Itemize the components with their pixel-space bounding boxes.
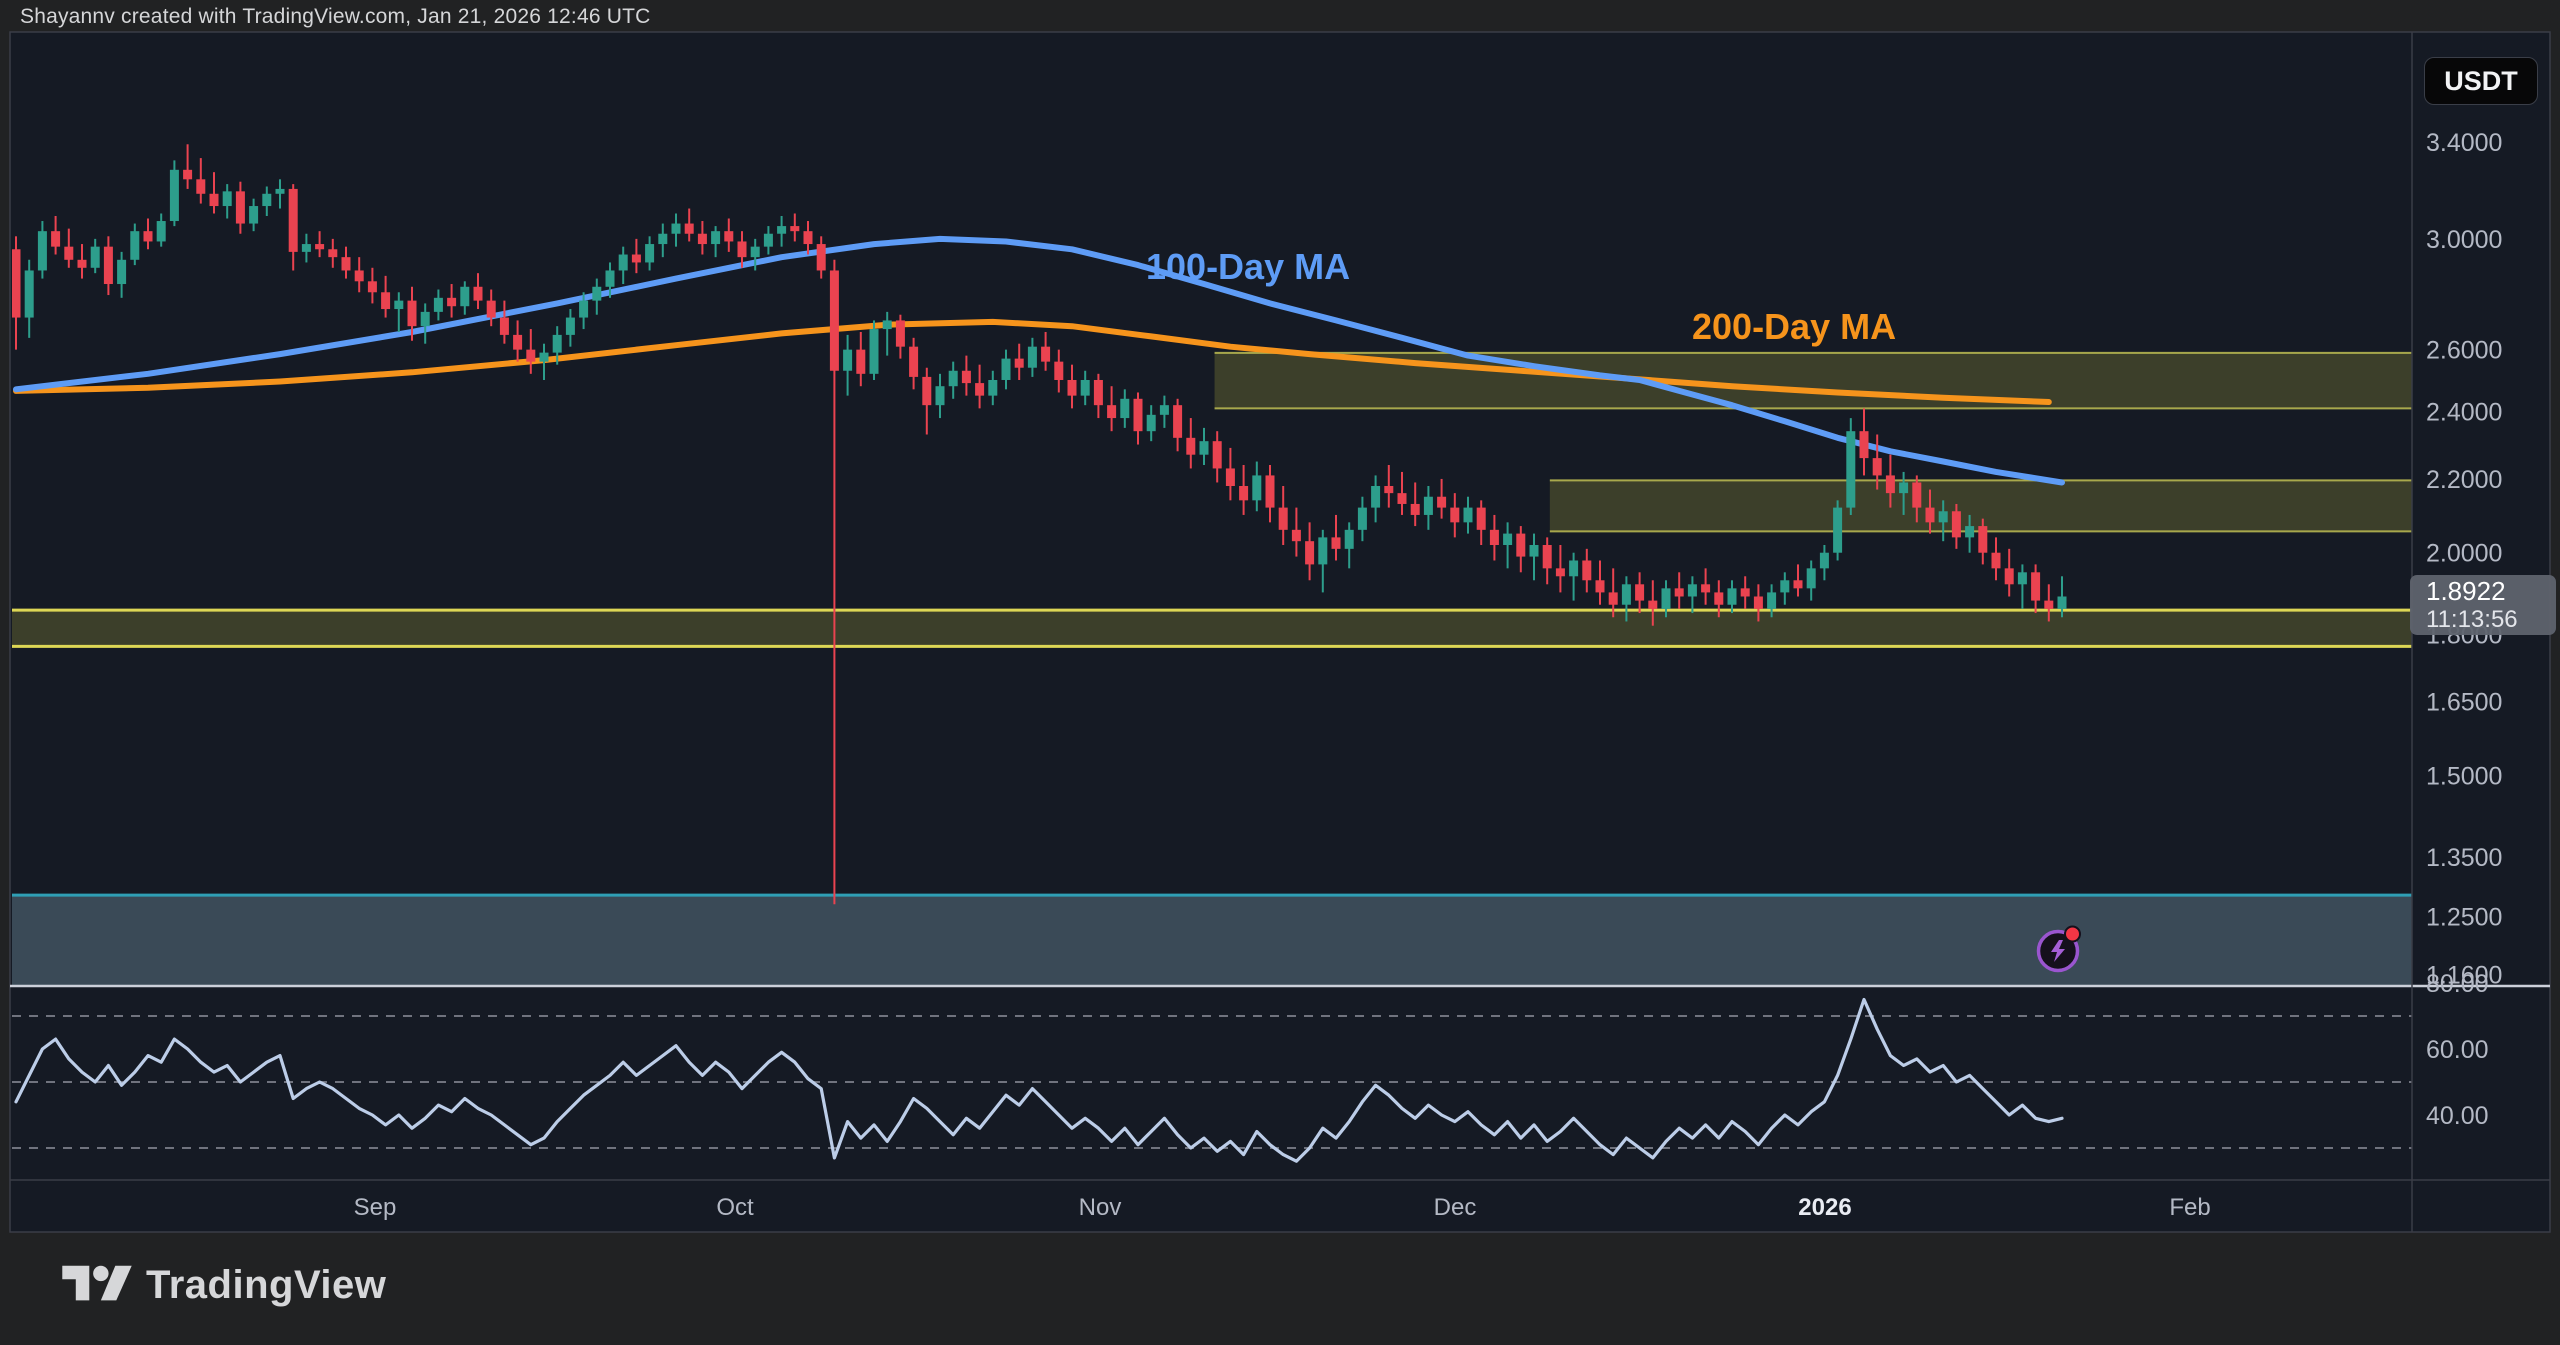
tradingview-logo-icon [62,1258,132,1312]
chart-canvas[interactable]: 3.40003.00002.60002.40002.20002.00001.80… [0,0,2560,1345]
time-label-2026: 2026 [1798,1194,1851,1221]
currency-badge[interactable]: USDT [2424,57,2538,105]
time-label-Nov: Nov [1079,1194,1122,1221]
price-tick: 2.6000 [2426,337,2502,365]
tradingview-branding[interactable]: TradingView [62,1258,386,1312]
price-tick: 3.0000 [2426,226,2502,254]
price-tick: 2.4000 [2426,399,2502,427]
rsi-tick: 60.00 [2426,1036,2489,1064]
price-tick: 1.6500 [2426,689,2502,717]
time-label-Sep: Sep [354,1194,397,1221]
resistance-zone-lower [1550,480,2412,531]
candle-countdown: 11:13:56 [2426,606,2556,633]
time-label-Dec: Dec [1434,1194,1477,1221]
last-price-value: 1.8922 [2426,577,2556,606]
price-tick: 1.2500 [2426,903,2502,931]
tradingview-snapshot: Shayannv created with TradingView.com, J… [0,0,2560,1345]
price-tick: 1.3500 [2426,844,2502,872]
rsi-tick: 80.00 [2426,970,2489,998]
time-label-Feb: Feb [2169,1194,2210,1221]
last-price-label: 1.8922 11:13:56 [2410,575,2556,635]
price-tick: 2.2000 [2426,466,2502,494]
live-dot-icon [2065,927,2080,942]
ma100-label: 100-Day MA [1146,246,1350,288]
ma200-label: 200-Day MA [1692,306,1896,348]
price-tick: 3.4000 [2426,129,2502,157]
price-tick: 2.0000 [2426,540,2502,568]
price-tick: 1.5000 [2426,762,2502,790]
rsi-tick: 40.00 [2426,1102,2489,1130]
tradingview-logo-text: TradingView [146,1263,386,1308]
time-label-Oct: Oct [716,1194,754,1221]
support-band [12,610,2412,646]
